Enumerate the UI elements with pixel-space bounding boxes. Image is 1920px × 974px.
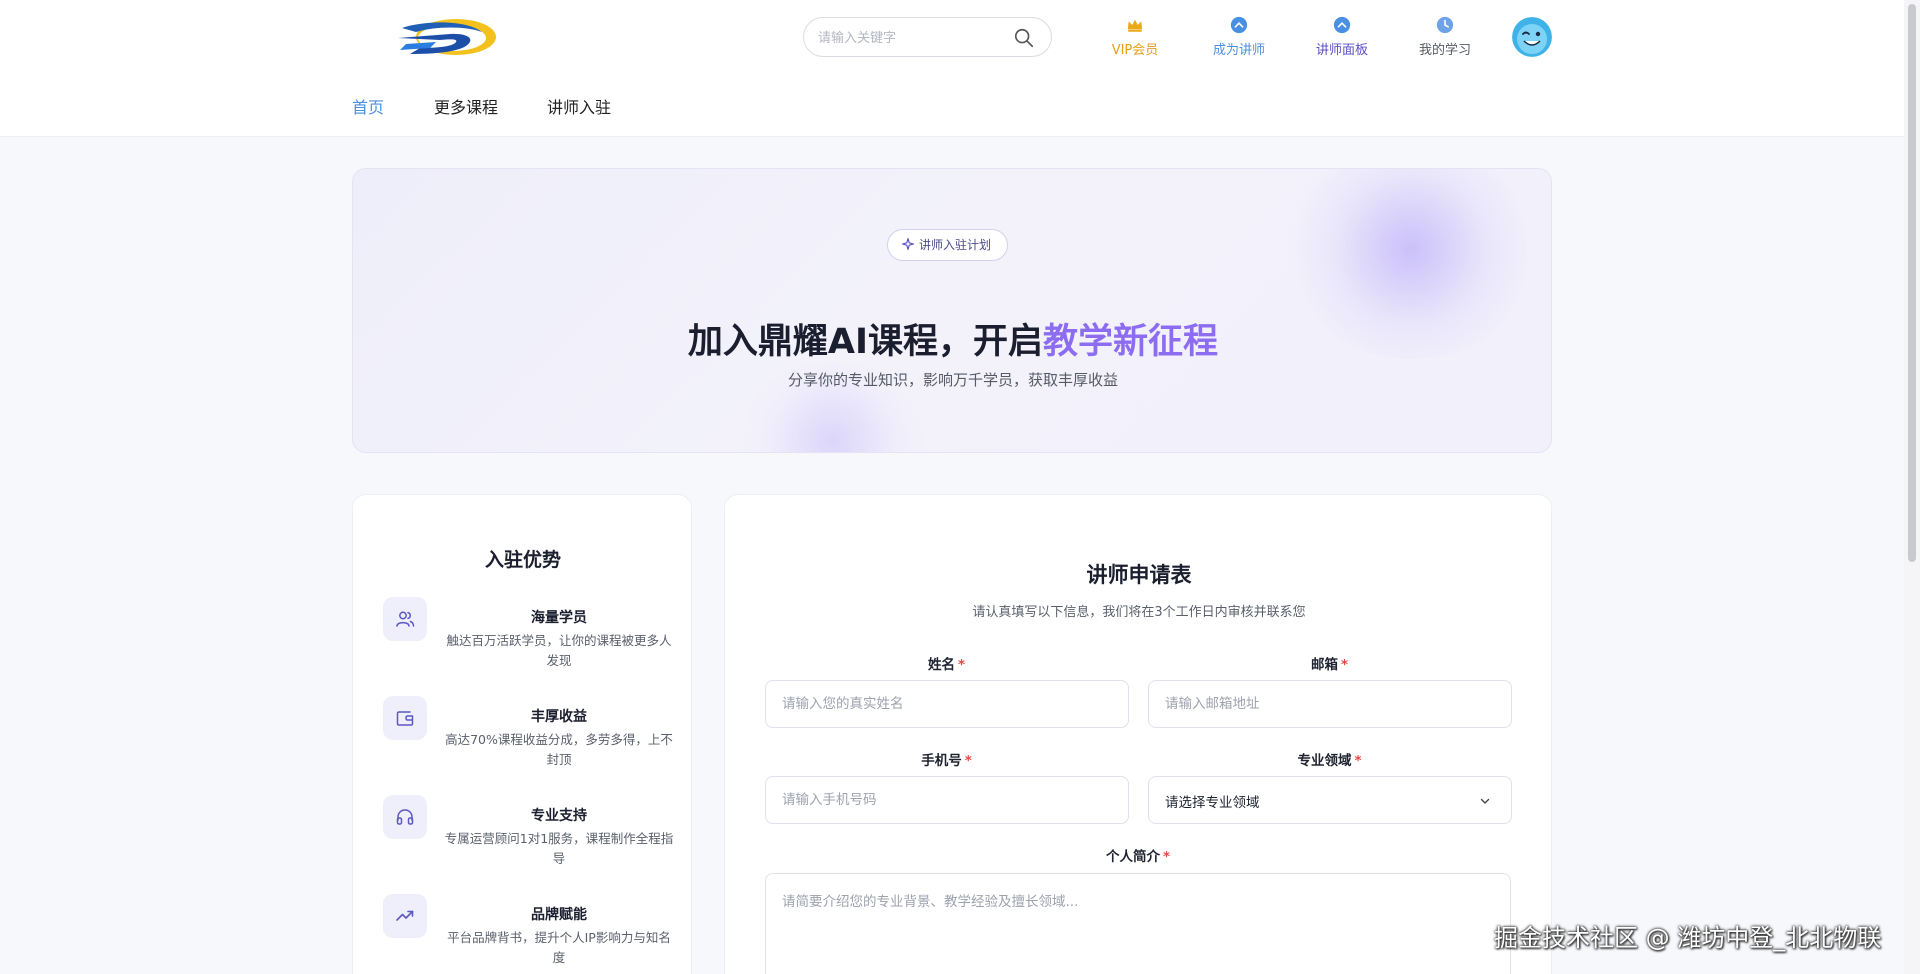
sparkle-icon	[902, 238, 914, 250]
required-mark: *	[1354, 753, 1362, 769]
field-label: 专业领域 *	[1148, 749, 1511, 769]
application-form-card: 讲师申请表 请认真填写以下信息，我们将在3个工作日内审核并联系您 姓名* 邮箱*…	[724, 494, 1552, 974]
hero-subtitle: 分享你的专业知识，影响万千学员，获取丰厚收益	[787, 371, 1118, 389]
specialty-select-value: 请选择专业领域	[1165, 795, 1260, 811]
advantage-title: 专业支持	[531, 808, 587, 824]
hero-title: 加入鼎耀AI课程，开启教学新征程	[353, 313, 1551, 364]
advantage-desc: 平台品牌背书，提升个人IP影响力与知名度	[447, 930, 671, 965]
lecturer-dashboard-label: 讲师面板	[1315, 43, 1368, 58]
lecturer-program-badge: 讲师入驻计划	[887, 229, 1009, 261]
advantage-item: 海量学员 触达百万活跃学员，让你的课程被更多人发现	[383, 595, 673, 685]
site-header: VIP会员 成为讲师 讲师面板 我的学习	[0, 0, 1920, 137]
my-learning-label: 我的学习	[1418, 43, 1471, 58]
avatar-face-icon	[1512, 17, 1552, 57]
headphones-icon	[396, 809, 414, 825]
advantage-icon-box	[383, 894, 427, 938]
advantage-desc: 高达70%课程收益分成，多劳多得，上不封顶	[445, 732, 673, 767]
vip-member-label: VIP会员	[1111, 43, 1159, 58]
advantage-item: 专业支持 专属运营顾问1对1服务，课程制作全程指导	[383, 793, 673, 883]
form-subtitle: 请认真填写以下信息，我们将在3个工作日内审核并联系您	[972, 605, 1306, 620]
become-lecturer-label: 成为讲师	[1212, 43, 1265, 58]
name-label-text: 姓名	[927, 657, 955, 673]
advantage-title: 海量学员	[531, 610, 587, 626]
hero-banner: 讲师入驻计划 加入鼎耀AI课程，开启教学新征程 分享你的专业知识，影响万千学员，…	[352, 168, 1552, 453]
advantage-title: 品牌赋能	[531, 907, 587, 923]
vip-member-link[interactable]: VIP会员	[1090, 16, 1180, 60]
page-scrollbar[interactable]	[1904, 0, 1920, 974]
phone-label-text: 手机号	[921, 753, 962, 769]
users-icon	[396, 611, 415, 627]
user-avatar[interactable]	[1512, 17, 1552, 57]
name-label: 姓名 *	[765, 653, 1128, 673]
advantage-icon-box	[383, 597, 427, 641]
required-mark: *	[964, 753, 972, 769]
brand-logo[interactable]	[396, 14, 498, 60]
trending-up-icon	[396, 910, 414, 921]
badge-label: 讲师入驻计划	[919, 238, 992, 252]
search-icon[interactable]	[1013, 27, 1035, 49]
email-field[interactable]	[1148, 680, 1512, 728]
hero-title-accent: 教学新征程	[1043, 322, 1219, 362]
advantages-card: 入驻优势 海量学员 触达百万活跃学员，让你的课程被更多人发现 丰厚收益 高达70…	[352, 494, 692, 974]
form-title: 讲师申请表	[1086, 563, 1192, 587]
header-quick-links: VIP会员 成为讲师 讲师面板 我的学习	[1090, 16, 1570, 60]
chevron-up-circle-icon	[1333, 16, 1351, 34]
search-input[interactable]	[818, 27, 1008, 49]
bio-textarea[interactable]	[765, 873, 1511, 974]
clock-icon	[1436, 16, 1454, 34]
bio-label: 个人简介 *	[765, 845, 1511, 865]
become-lecturer-link[interactable]: 成为讲师	[1194, 16, 1284, 60]
my-learning-link[interactable]: 我的学习	[1400, 16, 1490, 60]
tab-more-courses[interactable]: 更多课程	[434, 94, 498, 118]
wallet-icon	[396, 711, 414, 726]
watermark: 掘金技术社区 @ 潍坊中登_北北物联	[1494, 924, 1882, 952]
search-box	[803, 17, 1052, 57]
brand-logo-icon	[398, 19, 496, 55]
chevron-up-circle-icon	[1230, 16, 1248, 34]
phone-label: 手机号 *	[765, 749, 1128, 769]
required-mark: *	[957, 657, 966, 673]
bio-label-text: 个人简介	[1105, 849, 1160, 865]
email-label-text: 邮箱	[1310, 657, 1338, 673]
chevron-down-icon	[1480, 798, 1490, 804]
crown-icon	[1127, 19, 1143, 32]
lecturer-dashboard-link[interactable]: 讲师面板	[1297, 16, 1387, 60]
advantage-desc: 专属运营顾问1对1服务，课程制作全程指导	[444, 831, 674, 866]
phone-field[interactable]	[765, 776, 1129, 824]
advantage-title: 丰厚收益	[531, 709, 587, 725]
required-mark: *	[1162, 849, 1171, 865]
advantage-item: 品牌赋能 平台品牌背书，提升个人IP影响力与知名度	[383, 892, 673, 974]
scrollbar-thumb[interactable]	[1908, 4, 1916, 562]
specialty-select[interactable]: 请选择专业领域	[1148, 776, 1512, 824]
advantage-icon-box	[383, 696, 427, 740]
field-label-text: 专业领域	[1297, 753, 1352, 769]
advantages-title: 入驻优势	[484, 549, 561, 571]
hero-title-main: 加入鼎耀AI课程，开启	[687, 322, 1044, 362]
advantage-icon-box	[383, 795, 427, 839]
advantage-item: 丰厚收益 高达70%课程收益分成，多劳多得，上不封顶	[383, 694, 673, 784]
required-mark: *	[1340, 657, 1349, 673]
email-label: 邮箱 *	[1148, 653, 1511, 673]
name-field[interactable]	[765, 680, 1129, 728]
tab-home[interactable]: 首页	[352, 94, 384, 118]
advantage-desc: 触达百万活跃学员，让你的课程被更多人发现	[446, 633, 672, 668]
tab-lecturer-join[interactable]: 讲师入驻	[547, 94, 611, 118]
